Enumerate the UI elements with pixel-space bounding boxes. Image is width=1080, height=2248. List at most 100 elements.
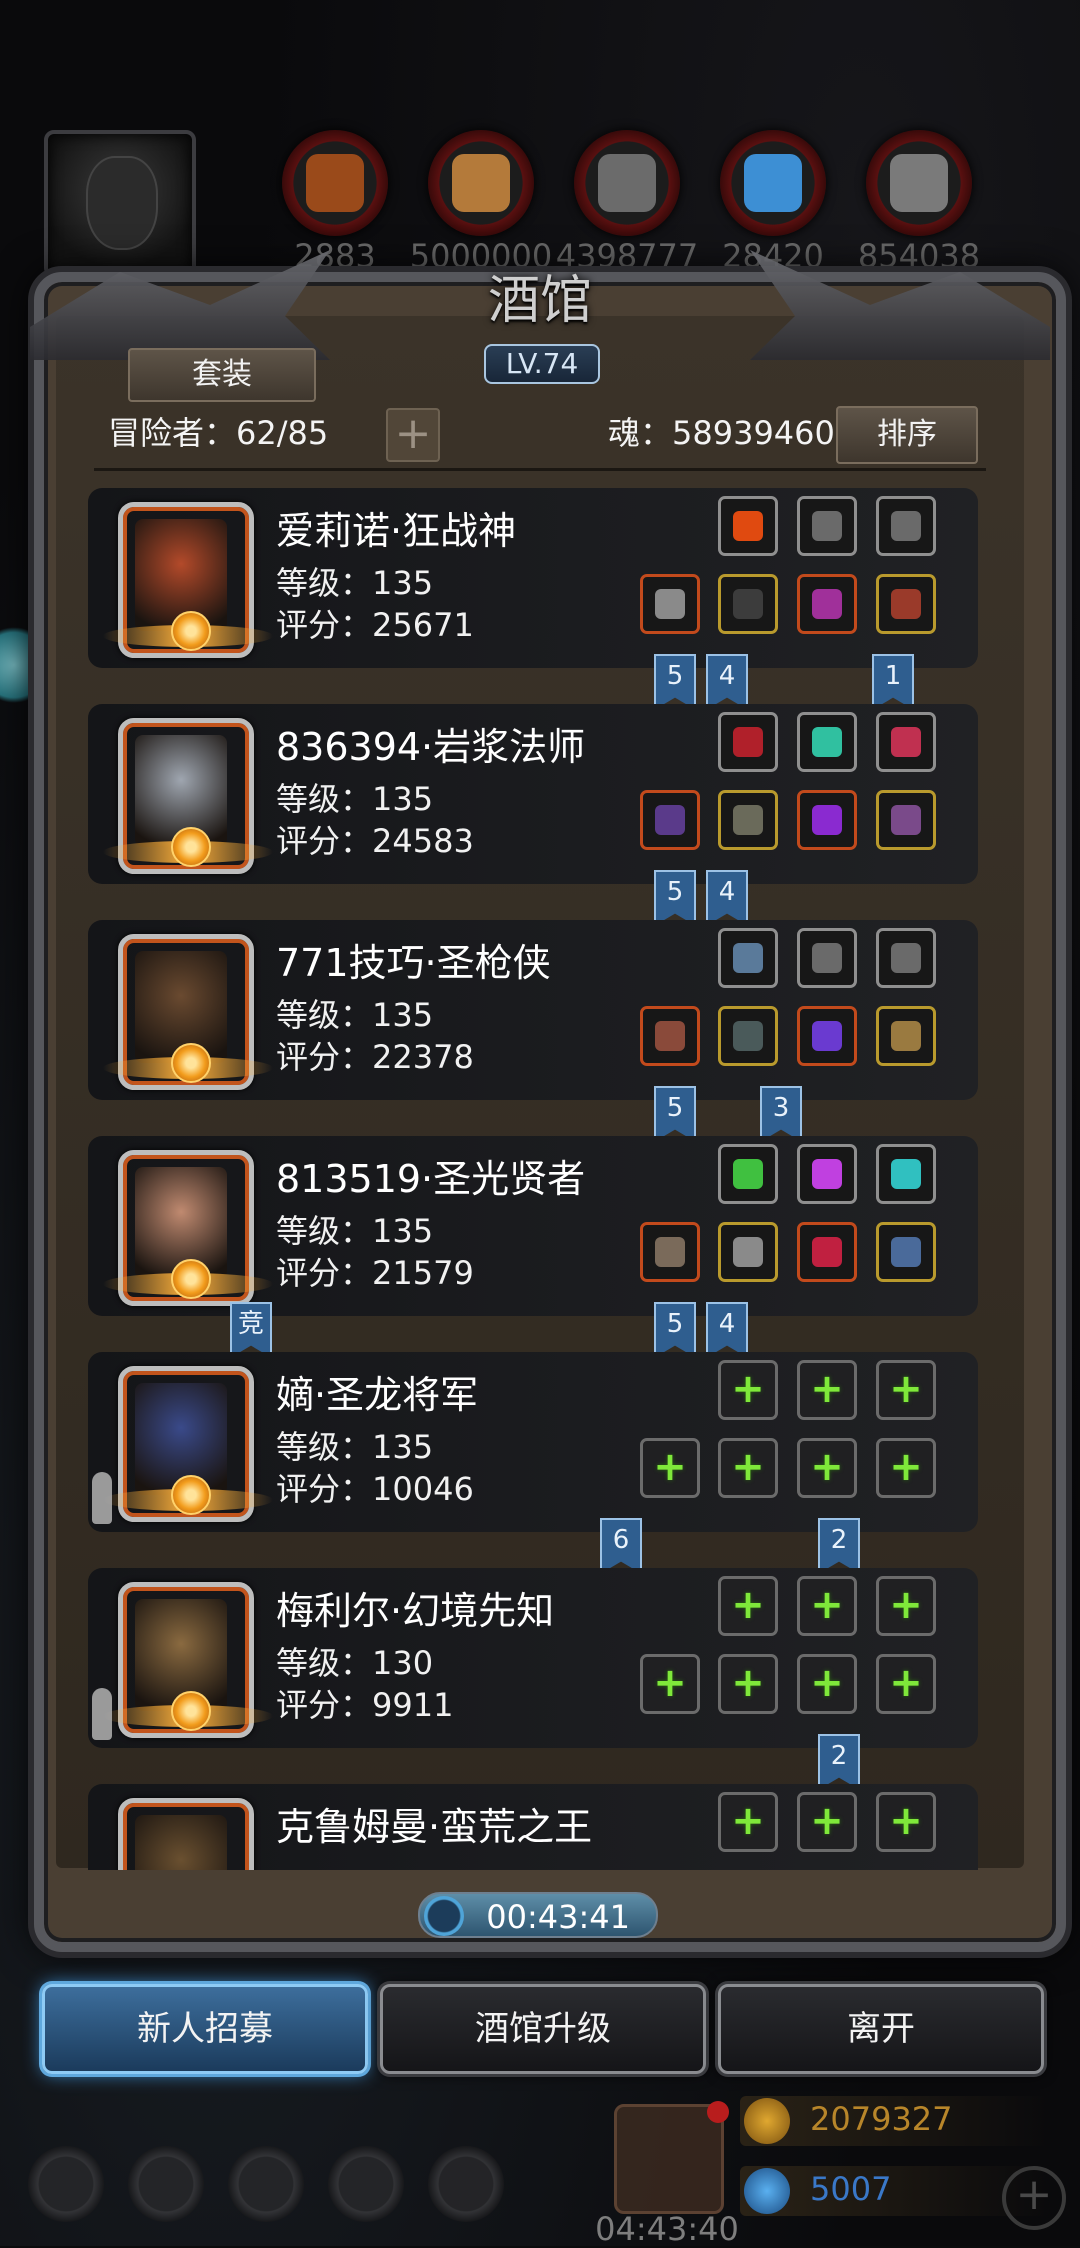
empty-equipment-slot[interactable]: + — [718, 1438, 778, 1498]
equipment-item-icon — [733, 511, 763, 541]
hero-list[interactable]: 爱莉诺·狂战神 等级：135 评分：25671 5 4 1 836394·岩浆法师 等级：13… — [56, 482, 1024, 1870]
hero-row[interactable]: 爱莉诺·狂战神 等级：135 评分：25671 5 4 1 — [88, 488, 978, 710]
settings-icon[interactable] — [28, 2146, 104, 2222]
add-equipment-icon: + — [731, 1582, 765, 1628]
add-slot-button[interactable]: + — [386, 408, 440, 462]
equipment-item-icon — [812, 511, 842, 541]
hero-row[interactable]: 771技巧·圣枪侠 等级：135 评分：22378 5 3 — [88, 920, 978, 1142]
empty-equipment-slot[interactable]: + — [797, 1360, 857, 1420]
empty-equipment-slot[interactable]: + — [718, 1576, 778, 1636]
equipment-slot[interactable] — [718, 790, 778, 850]
crystal-icon[interactable] — [720, 130, 826, 236]
hero-tag: 3 — [760, 1086, 802, 1142]
equipment-slot[interactable] — [797, 790, 857, 850]
achievement-icon[interactable] — [128, 2146, 204, 2222]
player-avatar[interactable] — [44, 130, 196, 278]
hero-row[interactable]: 836394·岩浆法师 等级：135 评分：24583 5 4 — [88, 704, 978, 926]
add-equipment-icon: + — [731, 1660, 765, 1706]
hero-portrait[interactable] — [103, 1366, 273, 1522]
hero-row[interactable]: 梅利尔·幻境先知 等级：130 评分：9911 + + + + + + +2 — [88, 1568, 978, 1790]
hero-row[interactable]: 克鲁姆曼·蛮荒之王 + + + — [88, 1784, 978, 1870]
equipment-slot[interactable] — [718, 574, 778, 634]
empty-equipment-slot[interactable]: + — [797, 1438, 857, 1498]
empty-equipment-slot[interactable]: + — [640, 1654, 700, 1714]
hero-tag: 4 — [706, 654, 748, 710]
equipment-slot[interactable] — [797, 1144, 857, 1204]
hero-row[interactable]: 813519·圣光贤者 等级：135 评分：21579 竞 5 4 — [88, 1136, 978, 1358]
equipment-slot[interactable] — [876, 1222, 936, 1282]
equipment-slot[interactable] — [718, 712, 778, 772]
equipment-slot[interactable] — [797, 1006, 857, 1066]
empty-equipment-slot[interactable]: + — [876, 1438, 936, 1498]
equipment-slot[interactable] — [718, 496, 778, 556]
equipment-slot[interactable] — [876, 712, 936, 772]
hero-level: 等级：135 — [276, 1212, 434, 1250]
equipment-slot[interactable] — [718, 1006, 778, 1066]
set-button[interactable]: 套装 — [128, 348, 316, 402]
add-equipment-icon: + — [889, 1582, 923, 1628]
add-currency-button[interactable]: + — [1002, 2166, 1066, 2230]
equipment-slot[interactable] — [797, 928, 857, 988]
equipment-slot[interactable] — [797, 1222, 857, 1282]
equipment-slot[interactable] — [640, 1222, 700, 1282]
meat-icon[interactable] — [282, 130, 388, 236]
empty-equipment-slot[interactable]: + — [797, 1576, 857, 1636]
empty-equipment-slot[interactable]: + — [718, 1360, 778, 1420]
empty-equipment-slot[interactable]: + — [718, 1792, 778, 1852]
stone-icon[interactable] — [866, 130, 972, 236]
hero-portrait[interactable] — [103, 1150, 273, 1306]
equipment-slot[interactable] — [640, 790, 700, 850]
add-equipment-icon: + — [889, 1366, 923, 1412]
equipment-slot[interactable] — [876, 928, 936, 988]
equipment-slot[interactable] — [876, 1006, 936, 1066]
hero-name: 813519·圣光贤者 — [276, 1157, 586, 1201]
sort-button[interactable]: 排序 — [836, 406, 978, 464]
equipment-slot[interactable] — [640, 574, 700, 634]
equipment-slot[interactable] — [876, 1144, 936, 1204]
recruit-button[interactable]: 新人招募 — [42, 1984, 368, 2074]
wood-icon[interactable] — [428, 130, 534, 236]
equipment-slot[interactable] — [876, 496, 936, 556]
leave-button[interactable]: 离开 — [718, 1984, 1044, 2074]
equipment-item-icon — [891, 805, 921, 835]
empty-equipment-slot[interactable]: + — [876, 1360, 936, 1420]
add-equipment-icon: + — [653, 1444, 687, 1490]
equipment-slot[interactable] — [876, 574, 936, 634]
hero-portrait[interactable] — [103, 1582, 273, 1738]
upgrade-tavern-button[interactable]: 酒馆升级 — [380, 1984, 706, 2074]
equipment-slot[interactable] — [797, 496, 857, 556]
hero-name: 嫡·圣龙将军 — [276, 1373, 479, 1417]
iron-icon[interactable] — [574, 130, 680, 236]
empty-equipment-slot[interactable]: + — [876, 1654, 936, 1714]
hero-face — [135, 1815, 227, 1870]
gift-box-icon[interactable] — [614, 2101, 729, 2214]
empty-equipment-slot[interactable]: + — [797, 1792, 857, 1852]
divider — [94, 468, 986, 471]
empty-equipment-slot[interactable]: + — [876, 1576, 936, 1636]
equipment-item-icon — [891, 1021, 921, 1051]
hero-portrait[interactable] — [103, 718, 273, 874]
hero-portrait[interactable] — [103, 502, 273, 658]
empty-equipment-slot[interactable]: + — [797, 1654, 857, 1714]
equipment-slot[interactable] — [718, 1222, 778, 1282]
hero-portrait[interactable] — [118, 1798, 254, 1870]
equipment-slot[interactable] — [640, 1006, 700, 1066]
equipment-slot[interactable] — [797, 712, 857, 772]
rank-emblem-icon — [171, 827, 211, 867]
equipment-slot[interactable] — [718, 1144, 778, 1204]
guild-icon[interactable] — [228, 2146, 304, 2222]
hero-portrait[interactable] — [103, 934, 273, 1090]
empty-equipment-slot[interactable]: + — [640, 1438, 700, 1498]
hero-tag: 5 — [654, 1086, 696, 1142]
add-equipment-icon: + — [889, 1660, 923, 1706]
equipment-slot[interactable] — [876, 790, 936, 850]
empty-equipment-slot[interactable]: + — [718, 1654, 778, 1714]
equipment-slot[interactable] — [718, 928, 778, 988]
mail-icon[interactable] — [328, 2146, 404, 2222]
hero-tag: 2 — [818, 1734, 860, 1790]
map-icon[interactable] — [428, 2146, 504, 2222]
equipment-item-icon — [812, 1237, 842, 1267]
hero-row[interactable]: 嫡·圣龙将军 等级：135 评分：10046 + + + + + + +6 2 — [88, 1352, 978, 1574]
equipment-slot[interactable] — [797, 574, 857, 634]
empty-equipment-slot[interactable]: + — [876, 1792, 936, 1852]
